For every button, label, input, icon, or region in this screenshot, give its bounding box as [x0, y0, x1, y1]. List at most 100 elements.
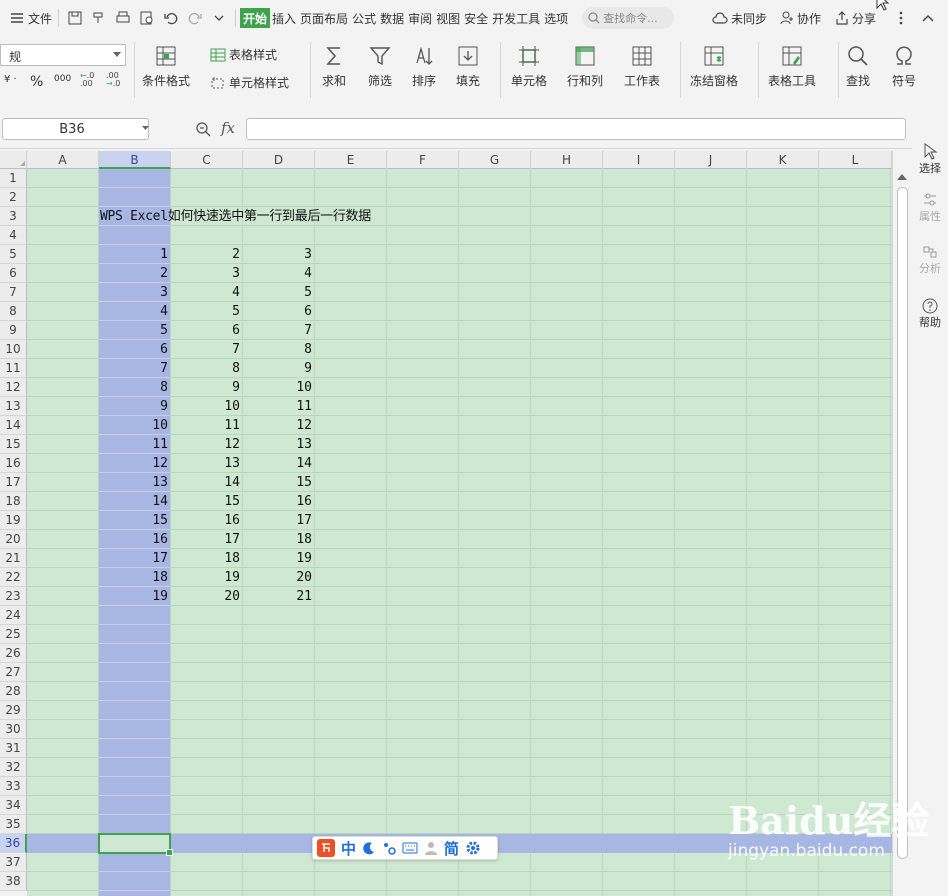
- row-header[interactable]: 24: [0, 606, 27, 625]
- row-header[interactable]: 29: [0, 701, 27, 720]
- cell-c[interactable]: 2: [171, 245, 242, 264]
- cell-d[interactable]: 6: [243, 302, 314, 321]
- tab-home[interactable]: 开始: [240, 8, 271, 28]
- user-icon[interactable]: [424, 841, 438, 855]
- row-header[interactable]: 31: [0, 739, 27, 758]
- freeze-panes-button[interactable]: 冻结窗格: [690, 44, 738, 89]
- cell-d[interactable]: 21: [243, 587, 314, 606]
- row-header[interactable]: 17: [0, 473, 27, 492]
- cell-b[interactable]: 11: [99, 435, 170, 454]
- cell-d[interactable]: 9: [243, 359, 314, 378]
- cell-c[interactable]: 17: [171, 530, 242, 549]
- cell-b[interactable]: 3: [99, 283, 170, 302]
- cell-d[interactable]: 14: [243, 454, 314, 473]
- col-header-i[interactable]: I: [603, 151, 675, 169]
- cell-b[interactable]: 2: [99, 264, 170, 283]
- col-header-k[interactable]: K: [747, 151, 819, 169]
- cell-d[interactable]: 12: [243, 416, 314, 435]
- row-header[interactable]: 33: [0, 777, 27, 796]
- row-header[interactable]: 8: [0, 302, 27, 321]
- cell-d[interactable]: 8: [243, 340, 314, 359]
- tab-data[interactable]: 数据: [378, 8, 406, 28]
- select-all-corner[interactable]: [0, 151, 27, 169]
- row-header[interactable]: 2: [0, 188, 27, 207]
- cell-b[interactable]: 18: [99, 568, 170, 587]
- fill-button[interactable]: 填充: [456, 44, 480, 89]
- side-properties-button[interactable]: 属性: [912, 192, 948, 224]
- file-menu[interactable]: 文件: [8, 8, 54, 28]
- col-header-e[interactable]: E: [315, 151, 387, 169]
- row-header[interactable]: 11: [0, 359, 27, 378]
- thousands-button[interactable]: 000: [54, 74, 71, 84]
- save-icon[interactable]: [63, 6, 87, 30]
- cell-b[interactable]: 14: [99, 492, 170, 511]
- tab-review[interactable]: 审阅: [406, 8, 434, 28]
- cell-c[interactable]: 15: [171, 492, 242, 511]
- gear-icon[interactable]: [465, 840, 481, 856]
- cell-b[interactable]: 5: [99, 321, 170, 340]
- cell-b[interactable]: 6: [99, 340, 170, 359]
- cell-style-button[interactable]: 单元格样式: [210, 74, 289, 91]
- col-header-f[interactable]: F: [387, 151, 459, 169]
- cell-b[interactable]: 16: [99, 530, 170, 549]
- cell-d[interactable]: 4: [243, 264, 314, 283]
- row-header[interactable]: 26: [0, 644, 27, 663]
- side-select-button[interactable]: 选择: [912, 142, 948, 176]
- command-search[interactable]: 查找命令...: [582, 7, 675, 29]
- row-header[interactable]: 32: [0, 758, 27, 777]
- cell-c[interactable]: 4: [171, 283, 242, 302]
- cell-b[interactable]: 19: [99, 587, 170, 606]
- print-icon[interactable]: [111, 6, 135, 30]
- cell-d[interactable]: 15: [243, 473, 314, 492]
- cell-b[interactable]: 7: [99, 359, 170, 378]
- collapse-ribbon-icon[interactable]: [922, 0, 934, 36]
- row-header[interactable]: 1: [0, 169, 27, 188]
- zoom-icon[interactable]: [195, 121, 211, 137]
- cell-d[interactable]: 16: [243, 492, 314, 511]
- currency-format-button[interactable]: ¥ ·: [4, 74, 17, 85]
- punctuation-icon[interactable]: [382, 841, 396, 855]
- row-header[interactable]: 14: [0, 416, 27, 435]
- cell-d[interactable]: 11: [243, 397, 314, 416]
- side-analysis-button[interactable]: 分析: [912, 244, 948, 276]
- cell-button[interactable]: 单元格: [511, 44, 547, 89]
- cell-c[interactable]: 16: [171, 511, 242, 530]
- sort-button[interactable]: 排序: [412, 44, 436, 89]
- col-header-l[interactable]: L: [819, 151, 892, 169]
- row-header[interactable]: 28: [0, 682, 27, 701]
- undo-icon[interactable]: [159, 6, 183, 30]
- table-style-button[interactable]: 表格样式: [210, 46, 277, 63]
- cell-c[interactable]: 9: [171, 378, 242, 397]
- sync-status[interactable]: 未同步: [712, 0, 767, 36]
- cell-c[interactable]: 7: [171, 340, 242, 359]
- share-button[interactable]: 分享: [835, 0, 876, 36]
- cell-b[interactable]: 1: [99, 245, 170, 264]
- sheet-button[interactable]: 工作表: [624, 44, 660, 89]
- cell-b[interactable]: 9: [99, 397, 170, 416]
- row-header[interactable]: 22: [0, 568, 27, 587]
- cell-d[interactable]: 17: [243, 511, 314, 530]
- cell-d[interactable]: 7: [243, 321, 314, 340]
- col-header-c[interactable]: C: [171, 151, 243, 169]
- tab-developer[interactable]: 开发工具: [490, 8, 542, 28]
- tab-page-layout[interactable]: 页面布局: [298, 8, 350, 28]
- row-header[interactable]: 21: [0, 549, 27, 568]
- col-header-j[interactable]: J: [675, 151, 747, 169]
- cell-b[interactable]: 17: [99, 549, 170, 568]
- row-header[interactable]: 4: [0, 226, 27, 245]
- cell-d[interactable]: 5: [243, 283, 314, 302]
- cell-c[interactable]: 18: [171, 549, 242, 568]
- cell-d[interactable]: 10: [243, 378, 314, 397]
- row-header[interactable]: 25: [0, 625, 27, 644]
- ime-simplified-mode[interactable]: 简: [444, 838, 459, 859]
- cell-c[interactable]: 11: [171, 416, 242, 435]
- row-header[interactable]: 3: [0, 207, 27, 226]
- col-header-a[interactable]: A: [27, 151, 99, 169]
- tab-view[interactable]: 视图: [434, 8, 462, 28]
- row-header[interactable]: 7: [0, 283, 27, 302]
- side-help-button[interactable]: 帮助: [912, 298, 948, 330]
- cell-c[interactable]: 13: [171, 454, 242, 473]
- cell-c[interactable]: 8: [171, 359, 242, 378]
- row-header[interactable]: 20: [0, 530, 27, 549]
- name-box[interactable]: B36: [2, 118, 149, 140]
